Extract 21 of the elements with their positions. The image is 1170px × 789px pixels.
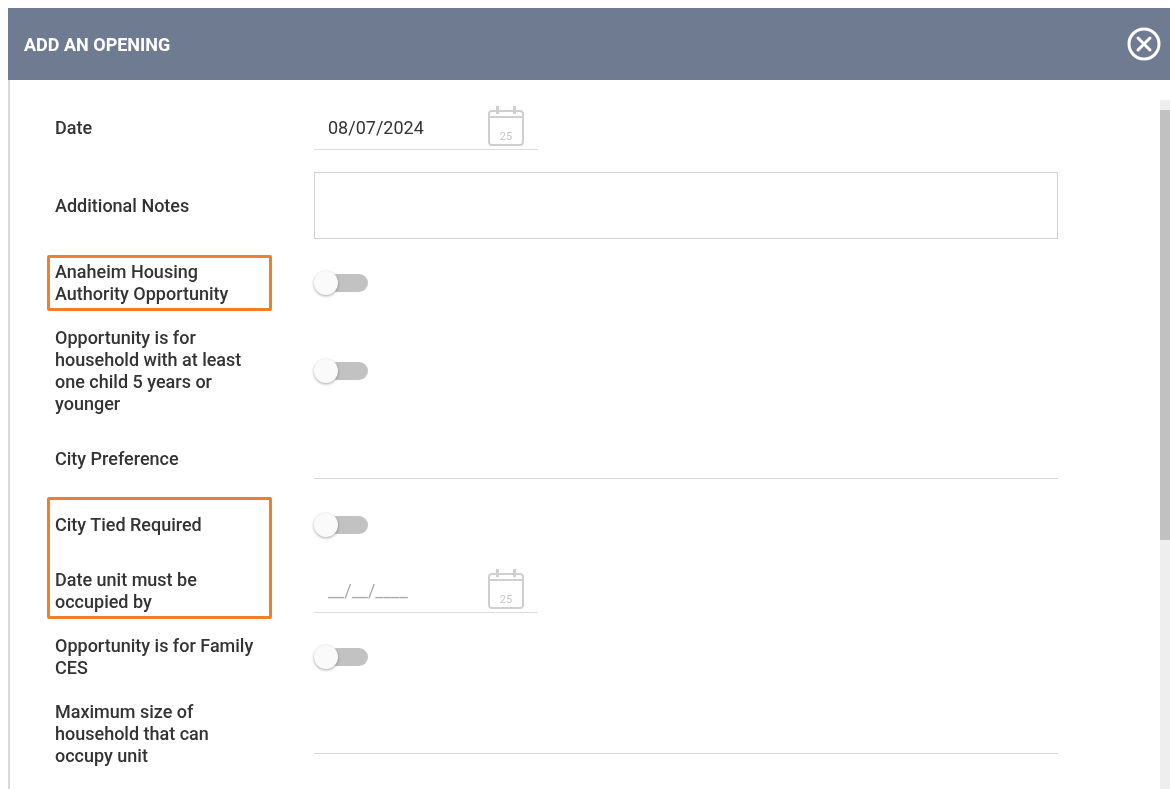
field-label: Maximum size of household that can occupy unit bbox=[55, 701, 210, 767]
field-label: Anaheim Housing Authority Opportunity bbox=[55, 261, 230, 305]
toggle-switch[interactable] bbox=[314, 271, 370, 295]
toggle-switch[interactable] bbox=[314, 359, 370, 383]
field-label: Opportunity is for household with at least one child 5 years or younger bbox=[55, 327, 243, 415]
calendar-icon[interactable]: 25 bbox=[488, 572, 524, 609]
close-icon[interactable] bbox=[1126, 26, 1162, 62]
toggle-switch[interactable] bbox=[314, 513, 370, 537]
field-label: Opportunity is for Family CES bbox=[55, 635, 255, 679]
field-label: Additional Notes bbox=[55, 194, 191, 217]
dialog-title: ADD AN OPENING bbox=[24, 32, 171, 57]
calendar-icon[interactable]: 25 bbox=[488, 109, 524, 146]
scrollbar[interactable] bbox=[1160, 100, 1170, 789]
field-label: Date unit must be occupied by bbox=[55, 569, 198, 613]
field-label: City Preference bbox=[55, 448, 180, 470]
toggle-switch[interactable] bbox=[314, 645, 370, 669]
date-field[interactable]: __/__/____ 25 bbox=[314, 569, 538, 613]
notes-field[interactable] bbox=[314, 172, 1058, 239]
field-label: Date bbox=[55, 117, 94, 139]
field-label: City Tied Required bbox=[55, 514, 203, 536]
date-field[interactable]: 08/07/2024 25 bbox=[314, 106, 538, 150]
